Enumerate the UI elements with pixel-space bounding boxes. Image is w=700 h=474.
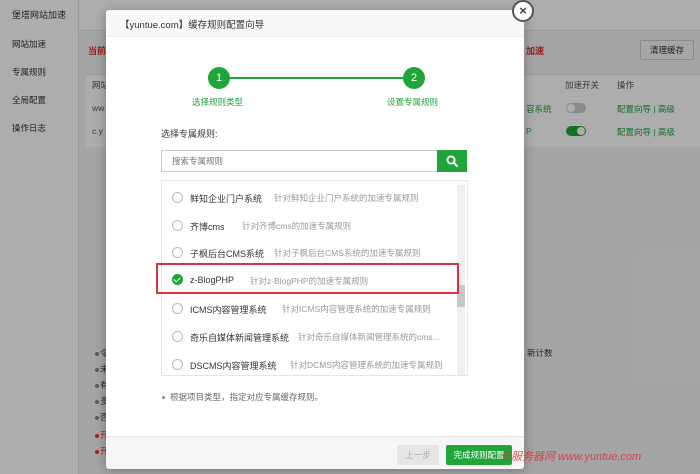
step-2-circle: 2 <box>403 67 425 89</box>
rule-desc: 针对鲜知企业门户系统的加速专属规则 <box>274 193 419 203</box>
dialog-title: 【yuntue.com】缓存规则配置向导 <box>120 20 265 31</box>
radio-button[interactable] <box>172 192 183 203</box>
rule-name: 奇乐自媒体新闻管理系统 <box>190 333 290 343</box>
step-progress-line <box>219 77 413 79</box>
rule-desc: 针对ICMS内容管理系统的加速专属规则 <box>282 304 431 314</box>
rule-desc: 针对齐博cms的加速专属规则 <box>242 221 352 231</box>
rule-desc: 针对子枫后台CMS系统的加速专属规则 <box>274 248 421 258</box>
radio-button[interactable] <box>172 303 183 314</box>
step-1-label: 选择规则类型 <box>192 97 244 107</box>
section-label: 选择专属规则: <box>161 129 218 139</box>
rule-desc: 针对DCMS内容管理系统的加速专属规则 <box>290 360 443 370</box>
search-field <box>161 150 437 172</box>
step-1-circle: 1 <box>208 67 230 89</box>
rule-name: 齐博cms <box>190 222 225 232</box>
selection-highlight <box>156 263 459 294</box>
rule-name: 子枫后台CMS系统 <box>190 249 264 259</box>
watermark: 云服务器网 www.yuntue.com <box>500 451 642 463</box>
search-input[interactable] <box>162 151 432 171</box>
rule-item[interactable]: 齐博cms 针对齐博cms的加速专属规则 <box>162 211 458 239</box>
close-icon[interactable]: × <box>512 0 534 22</box>
radio-button[interactable] <box>172 359 183 370</box>
rule-item[interactable]: DSCMS内容管理系统 针对DCMS内容管理系统的加速专属规则 <box>162 350 458 375</box>
radio-button[interactable] <box>172 331 183 342</box>
hint-bullet <box>162 396 165 399</box>
rule-item[interactable]: 奇乐自媒体新闻管理系统 针对奇乐自媒体新闻管理系统的cms... <box>162 322 458 350</box>
search-button[interactable] <box>437 150 467 172</box>
search-icon <box>446 155 458 167</box>
rule-item[interactable]: 子枫后台CMS系统 针对子枫后台CMS系统的加速专属规则 <box>162 238 458 266</box>
rule-desc: 针对奇乐自媒体新闻管理系统的cms... <box>298 332 440 342</box>
rule-name: 鲜知企业门户系统 <box>190 194 263 204</box>
step-2-label: 设置专属规则 <box>387 97 439 107</box>
rule-item[interactable]: ICMS内容管理系统 针对ICMS内容管理系统的加速专属规则 <box>162 294 458 322</box>
radio-button[interactable] <box>172 247 183 258</box>
prev-step-button[interactable]: 上一步 <box>397 445 439 465</box>
rule-name: DSCMS内容管理系统 <box>190 361 277 371</box>
hint-text: 根据项目类型，指定对应专属缓存规则。 <box>170 392 324 402</box>
rule-name: ICMS内容管理系统 <box>190 305 267 315</box>
dialog-header: 【yuntue.com】缓存规则配置向导 <box>106 10 524 37</box>
radio-button[interactable] <box>172 220 183 231</box>
rule-item[interactable]: 鲜知企业门户系统 针对鲜知企业门户系统的加速专属规则 <box>162 183 458 211</box>
